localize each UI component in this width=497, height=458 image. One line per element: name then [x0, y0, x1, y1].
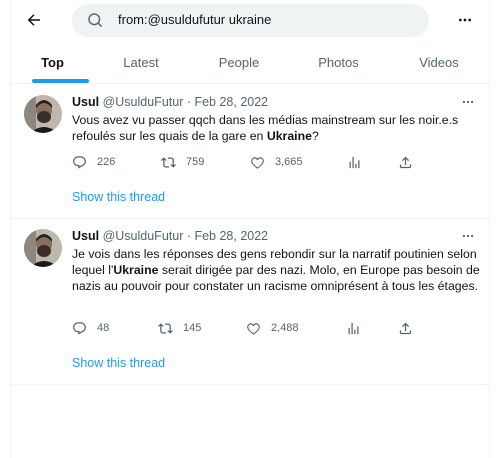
tab-latest[interactable]: Latest — [94, 40, 188, 84]
like-button[interactable]: 3,665 — [250, 153, 303, 171]
more-icon — [462, 234, 474, 238]
reply-count: 48 — [97, 322, 110, 334]
tweet-more-button[interactable] — [459, 229, 477, 243]
tweet-text: Vous avez vu passer qqch dans les médias… — [72, 112, 482, 144]
tab-top[interactable]: Top — [11, 40, 94, 84]
retweet-count: 145 — [183, 322, 202, 334]
share-button[interactable] — [398, 319, 423, 337]
tweet-date[interactable]: Feb 28, 2022 — [194, 95, 268, 109]
tweet-text-highlight: Ukraine — [266, 129, 312, 143]
retweet-button[interactable]: 759 — [161, 153, 204, 171]
search-input[interactable]: from:@usuldufutur ukraine — [118, 12, 271, 27]
author-handle[interactable]: @UsulduFutur — [103, 229, 184, 243]
tweet-header: Usul @UsulduFutur · Feb 28, 2022 — [72, 95, 268, 109]
like-count: 2,488 — [271, 322, 299, 334]
retweet-icon — [161, 156, 176, 168]
avatar[interactable] — [24, 95, 62, 133]
tab-people[interactable]: People — [188, 40, 290, 84]
back-button[interactable] — [23, 9, 45, 31]
show-thread-link[interactable]: Show this thread — [72, 356, 165, 370]
search-box[interactable]: from:@usuldufutur ukraine — [72, 4, 429, 37]
share-icon — [399, 156, 412, 168]
search-tabs: Top Latest People Photos Videos — [11, 40, 491, 84]
author-name[interactable]: Usul — [72, 229, 99, 243]
tweet[interactable]: Usul @UsulduFutur · Feb 28, 2022 Vous av… — [11, 85, 491, 219]
like-icon — [247, 322, 260, 335]
tweet-text-part: ? — [311, 129, 319, 143]
avatar-image — [24, 229, 62, 267]
author-name[interactable]: Usul — [72, 95, 99, 109]
reply-button[interactable]: 48 — [72, 319, 109, 337]
tab-photos[interactable]: Photos — [290, 40, 387, 84]
share-button[interactable] — [398, 153, 423, 171]
meta-separator: · — [183, 95, 195, 109]
share-icon — [399, 322, 412, 334]
reply-button[interactable]: 226 — [72, 153, 115, 171]
show-thread-link[interactable]: Show this thread — [72, 190, 165, 204]
tweet-text-part: Vous avez vu passer qqch dans les médias… — [72, 113, 459, 143]
reply-icon — [73, 155, 86, 169]
tweet-text: Je vois dans les réponses des gens rebon… — [72, 246, 482, 294]
tweet-date[interactable]: Feb 28, 2022 — [194, 229, 268, 243]
like-icon — [251, 156, 264, 169]
tab-videos[interactable]: Videos — [387, 40, 491, 84]
top-bar: from:@usuldufutur ukraine — [11, 0, 491, 40]
analytics-icon — [348, 322, 359, 334]
more-icon — [459, 18, 471, 22]
analytics-button[interactable] — [347, 153, 372, 171]
back-arrow-icon — [27, 14, 40, 26]
tweet-text-highlight: Ukraine — [113, 263, 159, 277]
reply-icon — [73, 321, 86, 335]
tweet[interactable]: Usul @UsulduFutur · Feb 28, 2022 Je vois… — [11, 219, 491, 385]
more-options-button[interactable] — [455, 10, 475, 30]
like-count: 3,665 — [275, 156, 303, 168]
tweet-actions: 226 759 3,665 — [72, 153, 422, 171]
search-icon — [88, 13, 103, 28]
tweet-actions: 48 145 2,488 — [72, 319, 422, 337]
tweet-header: Usul @UsulduFutur · Feb 28, 2022 — [72, 229, 268, 243]
reply-count: 226 — [97, 156, 116, 168]
timeline-frame: from:@usuldufutur ukraine Top Latest Peo… — [10, 0, 491, 458]
avatar-image — [24, 95, 62, 133]
retweet-button[interactable]: 145 — [158, 319, 201, 337]
analytics-icon — [349, 156, 360, 168]
like-button[interactable]: 2,488 — [246, 319, 299, 337]
more-icon — [462, 100, 474, 104]
avatar[interactable] — [24, 229, 62, 267]
meta-separator: · — [183, 229, 195, 243]
retweet-icon — [158, 322, 173, 334]
analytics-button[interactable] — [346, 319, 371, 337]
author-handle[interactable]: @UsulduFutur — [103, 95, 184, 109]
tweet-more-button[interactable] — [459, 95, 477, 109]
retweet-count: 759 — [186, 156, 205, 168]
active-tab-indicator — [32, 79, 89, 83]
